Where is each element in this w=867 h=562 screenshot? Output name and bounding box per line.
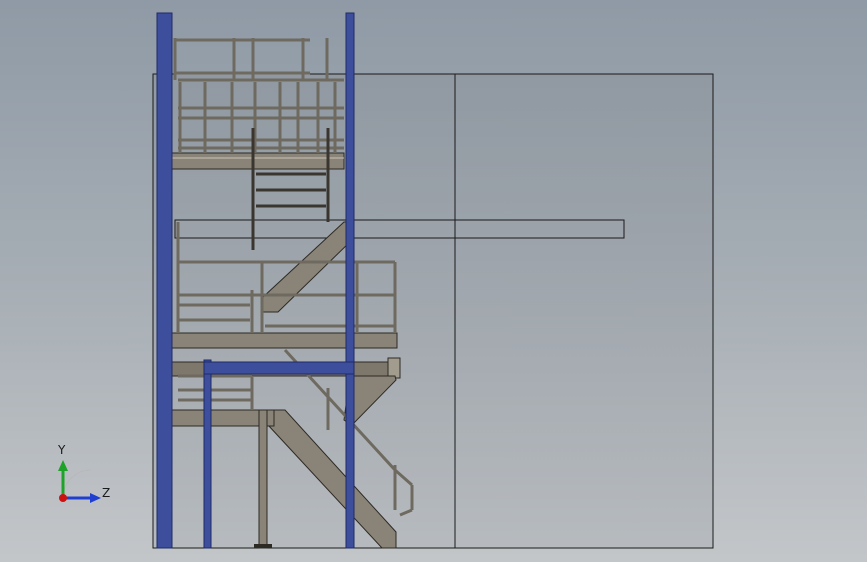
z-axis-arrow-icon xyxy=(90,493,101,503)
right-column xyxy=(345,12,355,549)
post-base-plate xyxy=(254,544,272,548)
staircase-model-view[interactable] xyxy=(0,0,867,562)
deck-end-plate xyxy=(387,357,401,379)
triad-arc xyxy=(62,469,92,499)
z-axis-label: Z xyxy=(102,486,111,500)
origin-icon xyxy=(59,494,67,502)
y-axis-label: Y xyxy=(58,443,66,457)
cad-viewport[interactable]: Y Z xyxy=(0,0,867,562)
middle-deck-beam xyxy=(171,332,398,349)
middle-column xyxy=(203,359,212,549)
upper-deck-beam xyxy=(171,152,345,170)
building-box xyxy=(152,73,714,549)
left-column xyxy=(156,12,173,549)
y-axis-arrow-icon xyxy=(58,460,68,471)
blue-beam xyxy=(203,361,355,375)
building-outline xyxy=(152,73,714,549)
coordinate-triad xyxy=(58,460,101,503)
support-post xyxy=(258,409,268,549)
